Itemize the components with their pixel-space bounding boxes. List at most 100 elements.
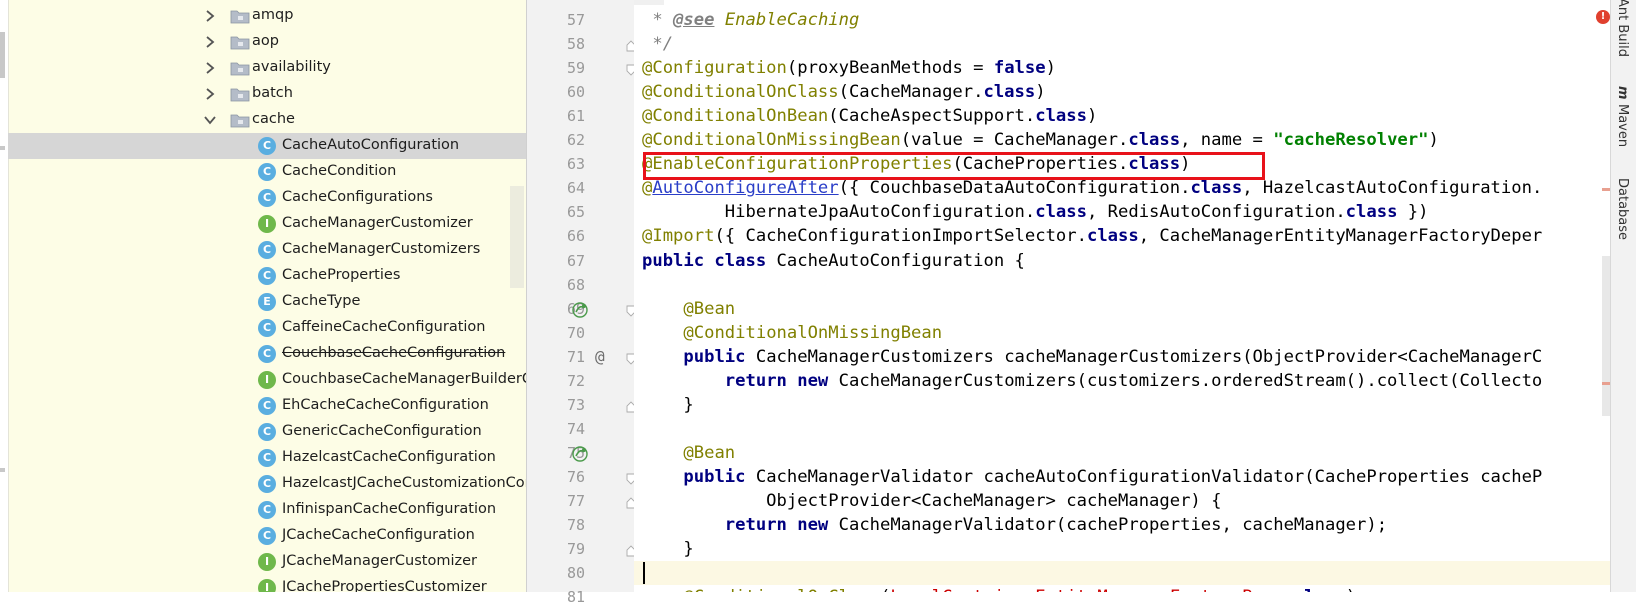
ant-build-tab[interactable]: Ant Build bbox=[1615, 0, 1630, 57]
line-number: 65 bbox=[566, 203, 585, 222]
tree-item[interactable]: C JCacheCacheConfiguration bbox=[8, 523, 526, 549]
tree-item[interactable]: C CacheConfigurations bbox=[8, 185, 526, 211]
interface-icon: I bbox=[258, 579, 276, 592]
spring-bean-icon[interactable] bbox=[571, 445, 589, 463]
interface-icon: I bbox=[258, 371, 276, 389]
class-icon: C bbox=[258, 397, 276, 415]
database-tab[interactable]: Database bbox=[1615, 178, 1630, 240]
tree-item[interactable]: E CacheType bbox=[8, 289, 526, 315]
line-number: 60 bbox=[566, 83, 585, 102]
line-number: 78 bbox=[566, 516, 585, 535]
code-line: @Bean bbox=[683, 442, 736, 463]
class-icon: C bbox=[258, 449, 276, 467]
tree-item-label: cache bbox=[252, 111, 295, 127]
maven-icon: m bbox=[1615, 86, 1630, 100]
tree-item[interactable]: I CouchbaseCacheManagerBuilderC bbox=[8, 367, 526, 393]
editor-scrollbar[interactable] bbox=[1602, 256, 1610, 416]
tree-item-label: CacheType bbox=[282, 293, 361, 309]
chevron-right-icon[interactable] bbox=[203, 61, 217, 75]
class-icon: C bbox=[258, 319, 276, 337]
tree-item-label: GenericCacheConfiguration bbox=[282, 423, 482, 439]
tree-item[interactable]: aop bbox=[8, 29, 526, 55]
tree-item[interactable]: C CacheAutoConfiguration bbox=[8, 133, 526, 159]
tree-item[interactable]: C HazelcastJCacheCustomizationCon bbox=[8, 471, 526, 497]
tree-item[interactable]: C CacheProperties bbox=[8, 263, 526, 289]
maven-tab[interactable]: Maven bbox=[1615, 104, 1630, 147]
chevron-right-icon[interactable] bbox=[203, 87, 217, 101]
interface-icon: I bbox=[258, 553, 276, 571]
tree-item[interactable]: C EhCacheCacheConfiguration bbox=[8, 393, 526, 419]
spring-bean-icon[interactable] bbox=[571, 301, 589, 319]
line-number: 67 bbox=[566, 251, 585, 270]
error-indicator-icon[interactable]: ! bbox=[1596, 10, 1610, 24]
line-number: 70 bbox=[566, 323, 585, 342]
tree-item-label: InfinispanCacheConfiguration bbox=[282, 501, 497, 517]
code-line: */ bbox=[642, 34, 674, 55]
code-line: @Import({ CacheConfigurationImportSelect… bbox=[642, 226, 1543, 247]
project-tree-panel: amqp aop availability batch cache C CacheAutoC… bbox=[0, 0, 526, 592]
tree-item[interactable]: C CouchbaseCacheConfiguration bbox=[8, 341, 526, 367]
tree-item-label: CacheCondition bbox=[282, 163, 397, 179]
chevron-right-icon[interactable] bbox=[203, 35, 217, 49]
text-caret bbox=[643, 562, 645, 585]
line-number: 61 bbox=[566, 107, 585, 126]
chevron-right-icon[interactable] bbox=[203, 9, 217, 23]
line-number: 79 bbox=[566, 540, 585, 559]
class-icon: C bbox=[258, 527, 276, 545]
tree-item-label: batch bbox=[252, 85, 293, 101]
tree-item[interactable]: C HazelcastCacheConfiguration bbox=[8, 445, 526, 471]
line-number: 57 bbox=[566, 11, 585, 29]
code-line: return new CacheManagerValidator(cachePr… bbox=[724, 515, 1388, 536]
right-tool-strip: Ant Build m Maven Database bbox=[1610, 0, 1636, 592]
line-number: 77 bbox=[566, 492, 585, 510]
chevron-down-icon[interactable] bbox=[203, 113, 217, 127]
tree-item[interactable]: cache bbox=[8, 107, 526, 133]
code-line: } bbox=[642, 394, 694, 415]
line-number: 74 bbox=[566, 419, 585, 438]
tree-item[interactable]: I JCachePropertiesCustomizer bbox=[8, 575, 526, 592]
tree-scrollbar[interactable] bbox=[510, 186, 524, 288]
class-icon: C bbox=[258, 423, 276, 441]
tree-item-label: HazelcastCacheConfiguration bbox=[282, 449, 496, 465]
tree-item[interactable]: I CacheManagerCustomizer bbox=[8, 211, 526, 237]
tree-item[interactable]: availability bbox=[8, 55, 526, 81]
tree-item-label: CacheProperties bbox=[282, 267, 401, 283]
code-line: public CacheManagerValidator cacheAutoCo… bbox=[683, 466, 1543, 487]
line-number: 76 bbox=[566, 467, 585, 486]
line-number: 64 bbox=[566, 179, 585, 198]
tree-item[interactable]: C CaffeineCacheConfiguration bbox=[8, 315, 526, 341]
code-line: @ConditionalOnClass(LocalContainerEntity… bbox=[642, 585, 1356, 592]
tree-item[interactable]: C GenericCacheConfiguration bbox=[8, 419, 526, 445]
code-line: } bbox=[642, 539, 694, 560]
tree-item-label: CacheManagerCustomizer bbox=[282, 215, 473, 231]
tree-item-label: availability bbox=[252, 59, 331, 75]
tree-item[interactable]: I JCacheManagerCustomizer bbox=[8, 549, 526, 575]
package-folder-icon bbox=[230, 86, 250, 102]
tree-item-label: CouchbaseCacheConfiguration bbox=[282, 345, 506, 361]
code-line: @ConditionalOnMissingBean bbox=[683, 322, 943, 343]
line-number: 62 bbox=[566, 131, 585, 150]
code-line: @ConditionalOnClass(CacheManager.class) bbox=[642, 82, 1046, 103]
code-line: * @see EnableCaching bbox=[642, 10, 860, 30]
enum-icon: E bbox=[258, 293, 276, 311]
tree-item[interactable]: batch bbox=[8, 81, 526, 107]
line-number: 71 bbox=[566, 347, 585, 366]
tree-item-label: CacheAutoConfiguration bbox=[282, 137, 460, 153]
tree-item-label: JCachePropertiesCustomizer bbox=[282, 579, 487, 592]
interface-icon: I bbox=[258, 215, 276, 233]
tree-item-label: CacheManagerCustomizers bbox=[282, 241, 481, 257]
code-editor[interactable]: * @see EnableCaching */ @Configuration(pr… bbox=[634, 0, 1610, 592]
line-number: 58 bbox=[566, 35, 585, 54]
tree-item[interactable]: C CacheManagerCustomizers bbox=[8, 237, 526, 263]
tree-item-label: EhCacheCacheConfiguration bbox=[282, 397, 489, 413]
line-number: 80 bbox=[566, 564, 585, 583]
tree-item[interactable]: C InfinispanCacheConfiguration bbox=[8, 497, 526, 523]
code-line: public CacheManagerCustomizers cacheMana… bbox=[683, 346, 1543, 367]
tree-item[interactable]: amqp bbox=[8, 3, 526, 29]
class-icon: C bbox=[258, 345, 276, 363]
tree-item[interactable]: C CacheCondition bbox=[8, 159, 526, 185]
tree-item-label: HazelcastJCacheCustomizationCon bbox=[282, 475, 526, 491]
autowired-icon[interactable]: @ bbox=[595, 347, 605, 366]
code-line: @ConditionalOnMissingBean(value = CacheM… bbox=[642, 130, 1439, 151]
code-line: ObjectProvider<CacheManager> cacheManage… bbox=[642, 491, 1222, 511]
